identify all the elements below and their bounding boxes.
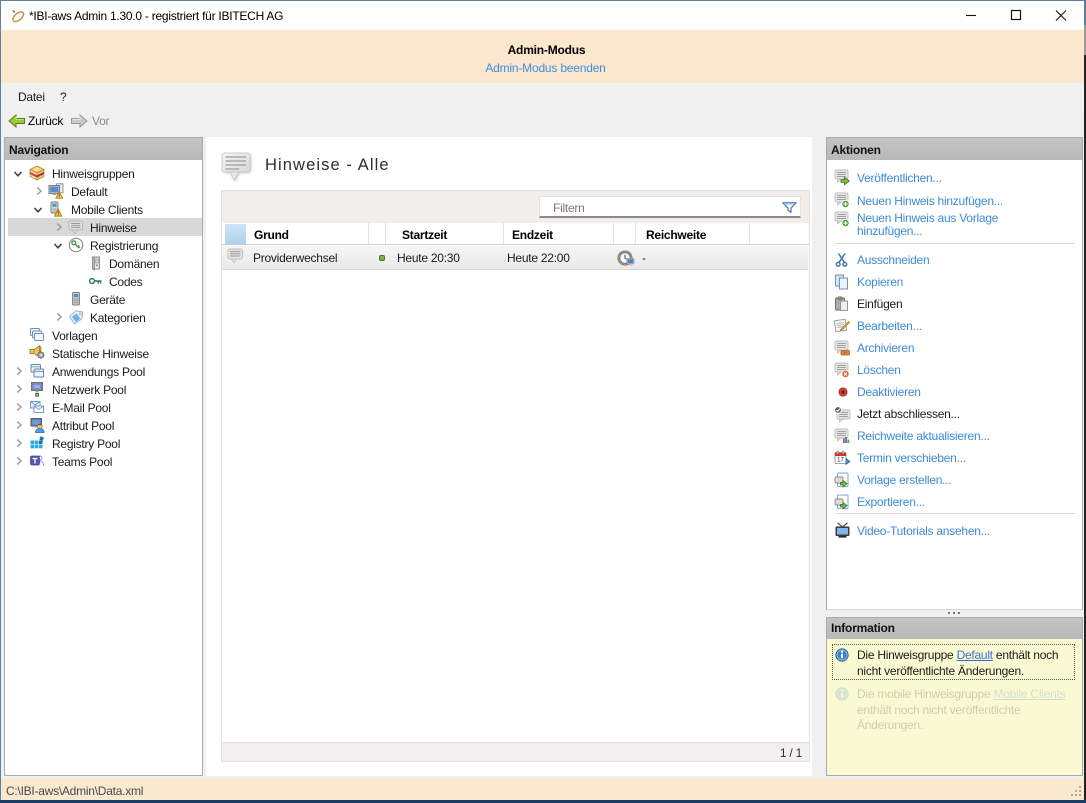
svg-text:17: 17	[837, 458, 844, 464]
